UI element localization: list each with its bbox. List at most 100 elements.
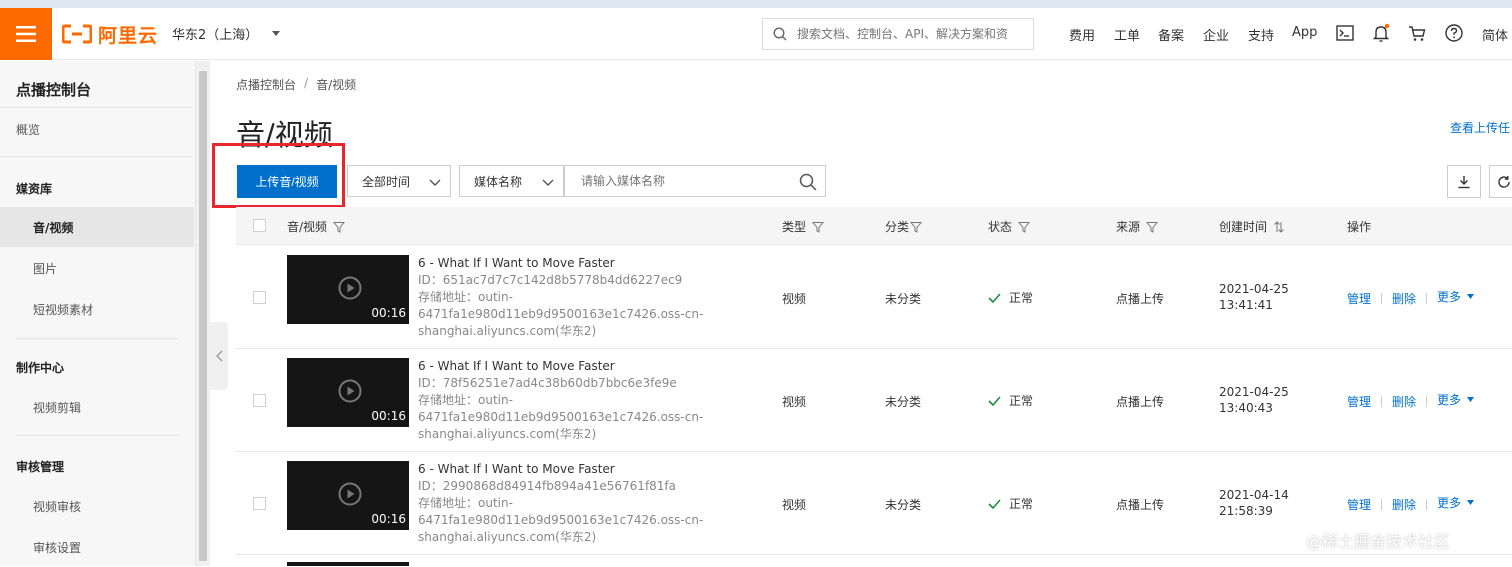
- aliyun-logo-mark-icon: [62, 24, 92, 44]
- media-storage-label: 存储地址：outin-: [418, 290, 513, 304]
- media-category: 未分类: [885, 498, 922, 512]
- created-time: 21:58:39: [1219, 504, 1273, 518]
- global-search-input[interactable]: [797, 27, 1017, 41]
- scrollbar-thumb[interactable]: [199, 71, 207, 561]
- check-icon: [988, 395, 1001, 406]
- filter-icon[interactable]: [1146, 221, 1159, 233]
- caret-down-icon: [1467, 500, 1475, 505]
- filter-icon[interactable]: [333, 221, 346, 233]
- created-time: 13:40:43: [1219, 401, 1273, 415]
- view-upload-tasks-link[interactable]: 查看上传任: [1450, 119, 1510, 136]
- media-title[interactable]: 6 - What If I Want to Move Faster: [418, 462, 615, 476]
- sidebar-item-short-video[interactable]: 短视频素材: [0, 289, 194, 329]
- column-header-label: 来源: [1116, 220, 1141, 234]
- table-header: 音/视频 类型 分类 状态 来源 创建时间 操作: [236, 207, 1512, 245]
- bell-icon[interactable]: [1370, 22, 1392, 44]
- column-header-type: 类型: [782, 218, 825, 235]
- search-icon[interactable]: [799, 173, 817, 191]
- video-thumbnail[interactable]: 00:16: [287, 358, 409, 427]
- video-thumbnail[interactable]: 00:16: [287, 255, 409, 324]
- aliyun-logo[interactable]: 阿里云: [62, 21, 158, 47]
- nav-link-billing[interactable]: 费用: [1069, 25, 1095, 44]
- breadcrumb-root[interactable]: 点播控制台: [236, 76, 296, 93]
- hamburger-menu-button[interactable]: [0, 8, 52, 60]
- more-dropdown[interactable]: 更多: [1437, 288, 1475, 305]
- sidebar-scrollbar[interactable]: [196, 61, 210, 566]
- play-icon: [338, 276, 362, 300]
- nav-link-icp[interactable]: 备案: [1158, 25, 1184, 44]
- sidebar-item-video-review[interactable]: 视频审核: [0, 486, 194, 526]
- column-header-source: 来源: [1116, 218, 1159, 235]
- video-duration: 00:16: [371, 512, 406, 526]
- sidebar-item-label: 短视频素材: [33, 302, 94, 317]
- more-dropdown[interactable]: 更多: [1437, 494, 1475, 511]
- media-storage-endpoint: shanghai.aliyuncs.com(华东2): [418, 324, 597, 338]
- sidebar-divider: [0, 156, 192, 157]
- column-header-media: 音/视频: [287, 218, 346, 235]
- refresh-button[interactable]: [1489, 165, 1512, 198]
- more-dropdown[interactable]: 更多: [1437, 391, 1475, 408]
- select-all-checkbox[interactable]: [253, 219, 266, 232]
- media-storage-endpoint: shanghai.aliyuncs.com(华东2): [418, 427, 597, 441]
- column-header-status: 状态: [988, 218, 1031, 235]
- sidebar-divider: [16, 435, 178, 436]
- language-switch[interactable]: 简体: [1482, 25, 1508, 44]
- sidebar-title: 点播控制台: [16, 81, 92, 99]
- terminal-icon[interactable]: [1334, 22, 1356, 44]
- action-divider: [1381, 396, 1383, 407]
- media-source: 点播上传: [1116, 498, 1165, 512]
- media-storage-label: 存储地址：outin-: [418, 393, 513, 407]
- table-row: 00:16 6 - What If I Want to Move Faster …: [236, 246, 1512, 349]
- delete-link[interactable]: 删除: [1392, 496, 1416, 513]
- column-header-label: 状态: [988, 220, 1013, 234]
- row-checkbox[interactable]: [253, 394, 266, 407]
- row-actions: 管理 删除 更多: [1347, 494, 1475, 513]
- more-label: 更多: [1437, 393, 1462, 407]
- global-search[interactable]: [762, 18, 1034, 50]
- help-icon[interactable]: [1443, 22, 1465, 44]
- region-selector[interactable]: 华东2（上海）: [172, 24, 281, 43]
- search-field-select[interactable]: 媒体名称: [459, 165, 564, 197]
- media-name-search[interactable]: [564, 165, 826, 197]
- nav-link-enterprise[interactable]: 企业: [1203, 25, 1229, 44]
- filter-icon[interactable]: [910, 221, 923, 233]
- manage-link[interactable]: 管理: [1347, 393, 1371, 410]
- manage-link[interactable]: 管理: [1347, 496, 1371, 513]
- filter-icon[interactable]: [812, 221, 825, 233]
- nav-link-support[interactable]: 支持: [1248, 25, 1274, 44]
- sort-icon[interactable]: [1273, 220, 1285, 233]
- sidebar-item-av[interactable]: 音/视频: [0, 207, 194, 247]
- status-text: 正常: [1009, 394, 1034, 408]
- sidebar-item-label: 概览: [16, 122, 41, 137]
- video-thumbnail-partial[interactable]: [287, 562, 409, 566]
- time-range-select[interactable]: 全部时间: [347, 165, 451, 197]
- sidebar-group-media: 媒资库: [16, 182, 53, 196]
- region-label: 华东2（上海）: [172, 28, 259, 43]
- row-checkbox[interactable]: [253, 291, 266, 304]
- manage-link[interactable]: 管理: [1347, 290, 1371, 307]
- sidebar-divider: [16, 338, 178, 339]
- sidebar-item-overview[interactable]: 概览: [0, 109, 194, 149]
- nav-link-ticket[interactable]: 工单: [1114, 25, 1140, 44]
- sidebar-collapse-toggle[interactable]: [210, 322, 228, 390]
- sidebar-divider: [0, 107, 192, 108]
- sidebar-item-video-edit[interactable]: 视频剪辑: [0, 387, 194, 427]
- delete-link[interactable]: 删除: [1392, 290, 1416, 307]
- sidebar-item-label: 审核设置: [33, 540, 82, 555]
- media-storage-bucket: 6471fa1e980d11eb9d9500163e1c7426.oss-cn-: [418, 307, 704, 321]
- download-button[interactable]: [1447, 165, 1481, 198]
- media-title[interactable]: 6 - What If I Want to Move Faster: [418, 359, 615, 373]
- delete-link[interactable]: 删除: [1392, 393, 1416, 410]
- sidebar-item-review-settings[interactable]: 审核设置: [0, 527, 194, 567]
- sidebar-item-label: 图片: [33, 261, 58, 276]
- nav-link-app[interactable]: App: [1292, 25, 1317, 40]
- video-thumbnail[interactable]: 00:16: [287, 461, 409, 530]
- filter-icon[interactable]: [1018, 221, 1031, 233]
- media-name-input[interactable]: [581, 174, 781, 188]
- cart-icon[interactable]: [1406, 22, 1428, 44]
- media-title[interactable]: 6 - What If I Want to Move Faster: [418, 256, 615, 270]
- sidebar-item-image[interactable]: 图片: [0, 248, 194, 288]
- sidebar: 点播控制台 概览 媒资库 音/视频 图片 短视频素材 制作中心 视频剪辑 审核管…: [0, 61, 196, 566]
- row-checkbox[interactable]: [253, 497, 266, 510]
- media-type: 视频: [782, 292, 807, 306]
